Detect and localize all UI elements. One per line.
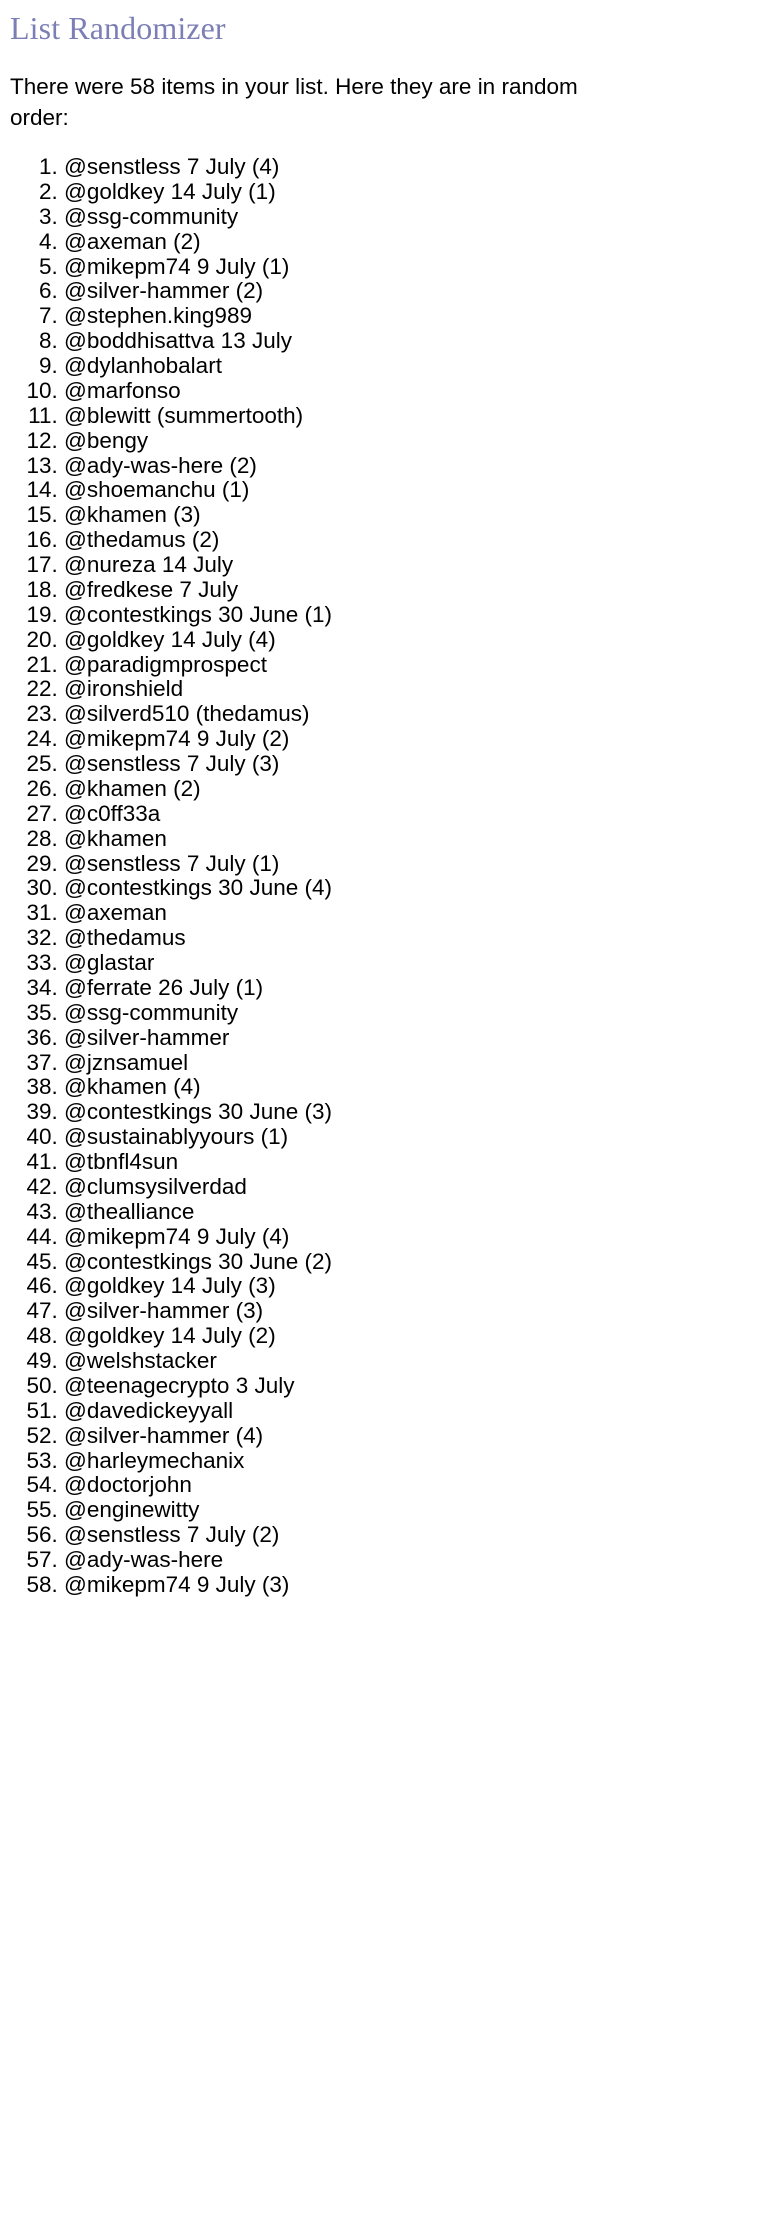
list-item: @harleymechanix	[64, 1448, 760, 1474]
list-item: @jznsamuel	[64, 1050, 760, 1076]
list-item: @dylanhobalart	[64, 353, 760, 379]
list-item: @axeman (2)	[64, 229, 760, 255]
list-item: @silver-hammer (4)	[64, 1423, 760, 1449]
list-item: @contestkings 30 June (1)	[64, 602, 760, 628]
list-item: @fredkese 7 July	[64, 577, 760, 603]
list-item: @senstless 7 July (1)	[64, 851, 760, 877]
list-item: @teenagecrypto 3 July	[64, 1373, 760, 1399]
list-item: @goldkey 14 July (2)	[64, 1323, 760, 1349]
list-item: @thealliance	[64, 1199, 760, 1225]
list-item: @doctorjohn	[64, 1473, 760, 1498]
list-item: @bengy	[64, 428, 760, 454]
list-item: @ady-was-here	[64, 1547, 760, 1573]
list-item: @marfonso	[64, 378, 760, 404]
list-item: @contestkings 30 June (2)	[64, 1249, 760, 1275]
list-item: @blewitt (summertooth)	[64, 403, 760, 429]
list-item: @goldkey 14 July (1)	[64, 179, 760, 205]
list-item: @shoemanchu (1)	[64, 478, 760, 503]
list-item: @sustainablyyours (1)	[64, 1124, 760, 1150]
list-item: @senstless 7 July (2)	[64, 1522, 760, 1548]
list-item: @ssg-community	[64, 204, 760, 230]
result-summary-text: There were 58 items in your list. Here t…	[10, 74, 578, 131]
list-randomizer-page: List Randomizer There were 58 items in y…	[0, 8, 768, 1598]
list-item: @goldkey 14 July (4)	[64, 627, 760, 653]
list-item: @mikepm74 9 July (4)	[64, 1224, 760, 1250]
list-item: @khamen	[64, 826, 760, 852]
list-item: @paradigmprospect	[64, 652, 760, 678]
list-item: @davedickeyyall	[64, 1398, 760, 1424]
list-item: @ferrate 26 July (1)	[64, 975, 760, 1001]
list-item: @silver-hammer (2)	[64, 279, 760, 304]
list-item: @senstless 7 July (4)	[64, 154, 760, 180]
list-item: @tbnfl4sun	[64, 1149, 760, 1175]
list-item: @ironshield	[64, 677, 760, 702]
list-item: @silver-hammer (3)	[64, 1298, 760, 1324]
list-item: @nureza 14 July	[64, 552, 760, 578]
list-item: @c0ff33a	[64, 801, 760, 827]
list-item: @silver-hammer	[64, 1025, 760, 1051]
list-item: @khamen (2)	[64, 776, 760, 802]
randomized-result-list: @senstless 7 July (4)@goldkey 14 July (1…	[8, 154, 760, 1598]
list-item: @khamen (4)	[64, 1075, 760, 1100]
list-item: @stephen.king989	[64, 303, 760, 329]
list-item: @mikepm74 9 July (1)	[64, 254, 760, 280]
list-item: @welshstacker	[64, 1348, 760, 1374]
list-item: @ssg-community	[64, 1000, 760, 1026]
list-item: @boddhisattva 13 July	[64, 328, 760, 354]
list-item: @senstless 7 July (3)	[64, 751, 760, 777]
list-item: @silverd510 (thedamus)	[64, 701, 760, 727]
list-item: @contestkings 30 June (3)	[64, 1099, 760, 1125]
list-item: @mikepm74 9 July (3)	[64, 1572, 760, 1598]
list-item: @mikepm74 9 July (2)	[64, 726, 760, 752]
list-item: @enginewitty	[64, 1497, 760, 1523]
list-item: @goldkey 14 July (3)	[64, 1274, 760, 1299]
list-item: @glastar	[64, 950, 760, 976]
list-item: @contestkings 30 June (4)	[64, 876, 760, 901]
list-item: @clumsysilverdad	[64, 1174, 760, 1200]
list-item: @thedamus	[64, 925, 760, 951]
list-item: @khamen (3)	[64, 502, 760, 528]
page-title: List Randomizer	[10, 10, 226, 46]
list-item: @thedamus (2)	[64, 527, 760, 553]
list-item: @axeman	[64, 900, 760, 926]
list-item: @ady-was-here (2)	[64, 453, 760, 479]
